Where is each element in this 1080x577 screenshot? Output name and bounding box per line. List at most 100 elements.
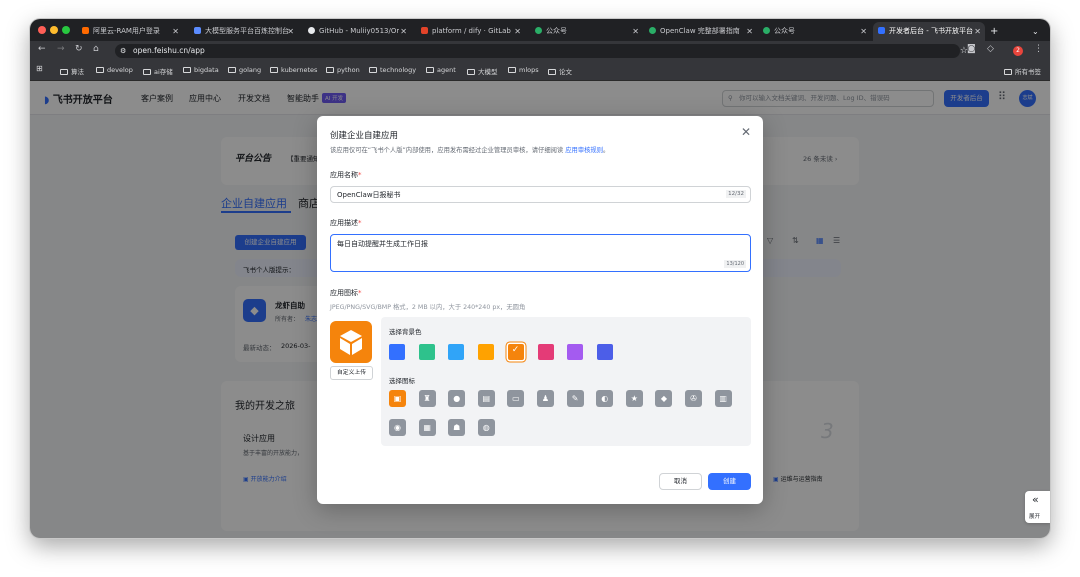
icon-option[interactable]: ● xyxy=(448,390,466,407)
create-app-dialog: 创建企业自建应用 ✕ 该应用仅可在“飞书个人版”内部使用，应用发布需经过企业管理… xyxy=(317,116,763,504)
app-desc-textarea[interactable]: 每日自动提醒并生成工作日报 13/120 xyxy=(330,234,751,272)
icon-option[interactable]: ◐ xyxy=(596,390,614,407)
browser-tab[interactable]: OpenClaw 完整部署指南 ✕ xyxy=(645,22,757,41)
browser-tab[interactable]: platform / dify · GitLab ✕ xyxy=(417,22,525,41)
bookmark-label: python xyxy=(337,66,360,74)
bookmark-folder[interactable]: technology xyxy=(369,66,416,74)
bookmark-folder[interactable]: 论文 xyxy=(548,66,572,76)
new-tab-button[interactable]: + xyxy=(990,22,1004,41)
browser-menu-icon[interactable]: ⋮ xyxy=(1034,44,1043,54)
expand-side-button[interactable]: « 展开 xyxy=(1025,491,1050,523)
bookmark-folder[interactable]: golang xyxy=(228,66,261,74)
cancel-button[interactable]: 取消 xyxy=(659,473,702,490)
tab-favicon-icon xyxy=(535,27,542,34)
browser-tab[interactable]: 阿里云-RAM用户登录 ✕ xyxy=(78,22,183,41)
tab-search-icon[interactable]: ⌄ xyxy=(1032,22,1046,41)
expand-label: 展开 xyxy=(1029,514,1041,520)
tab-close-icon[interactable]: ✕ xyxy=(400,22,407,41)
minimize-window-icon[interactable] xyxy=(50,26,58,34)
icon-option[interactable]: ◍ xyxy=(477,419,495,436)
maximize-window-icon[interactable] xyxy=(62,26,70,34)
browser-tab[interactable]: 公众号 ✕ xyxy=(759,22,871,41)
bookmark-label: 大模型 xyxy=(478,68,498,76)
apps-grid-icon[interactable]: ⊞ xyxy=(36,64,43,73)
bookmark-folder[interactable]: 算法 xyxy=(60,66,84,76)
tab-close-icon[interactable]: ✕ xyxy=(860,22,867,41)
tab-close-icon[interactable]: ✕ xyxy=(974,22,981,41)
close-icon[interactable]: ✕ xyxy=(741,125,751,139)
tab-favicon-icon xyxy=(649,27,656,34)
icon-option[interactable]: ✎ xyxy=(566,390,584,407)
icon-option[interactable]: ★ xyxy=(625,390,643,407)
icon-option[interactable]: ▥ xyxy=(714,390,732,407)
icon-option[interactable]: ▤ xyxy=(477,390,495,407)
tab-close-icon[interactable]: ✕ xyxy=(287,22,294,41)
bg-color-swatch[interactable] xyxy=(567,344,584,360)
bg-color-swatch[interactable] xyxy=(389,344,405,360)
back-icon[interactable]: ← xyxy=(38,44,46,54)
browser-tab-active[interactable]: 开发者后台 - 飞书开放平台 ✕ xyxy=(873,22,985,41)
bookmark-folder[interactable]: bigdata xyxy=(183,66,219,74)
browser-tab[interactable]: 公众号 ✕ xyxy=(531,22,643,41)
bg-color-swatch[interactable] xyxy=(448,344,465,360)
bookmark-folder[interactable]: ai存储 xyxy=(143,66,173,76)
reload-icon[interactable]: ↻ xyxy=(75,44,83,54)
bg-color-swatch[interactable] xyxy=(537,344,554,360)
folder-icon xyxy=(183,67,191,73)
extensions-puzzle-icon[interactable]: ◇ xyxy=(987,44,994,54)
icon-option[interactable]: ▦ xyxy=(418,419,436,436)
bg-color-swatch[interactable] xyxy=(596,344,613,360)
all-bookmarks-folder[interactable]: 所有书签 xyxy=(1004,66,1041,76)
browser-tab[interactable]: GitHub - Muliiy0513/Omi ✕ xyxy=(304,22,411,41)
icon-option[interactable]: ▣ xyxy=(389,390,406,407)
bookmark-folder[interactable]: develop xyxy=(96,66,133,74)
custom-upload-button[interactable]: 自定义上传 xyxy=(330,366,373,380)
bookmark-folder[interactable]: 大模型 xyxy=(467,66,498,76)
tab-title: 公众号 xyxy=(774,27,795,35)
create-button[interactable]: 创建 xyxy=(708,473,751,490)
folder-icon xyxy=(508,67,516,73)
tab-close-icon[interactable]: ✕ xyxy=(514,22,521,41)
folder-icon xyxy=(1004,69,1012,75)
forward-icon[interactable]: → xyxy=(57,44,65,54)
site-info-icon[interactable]: ⚙ xyxy=(120,44,126,58)
icon-option[interactable]: ✇ xyxy=(685,390,702,407)
close-window-icon[interactable] xyxy=(38,26,46,34)
icon-option[interactable]: ▭ xyxy=(507,390,525,407)
subtitle-end: 。 xyxy=(603,147,610,154)
extension-icon[interactable]: ◙ xyxy=(967,44,976,54)
app-name-input[interactable]: OpenClaw日报秘书 12/32 xyxy=(330,186,751,203)
tab-favicon-icon xyxy=(763,27,770,34)
bookmark-folder[interactable]: agent xyxy=(426,66,456,74)
address-bar[interactable]: ⚙ open.feishu.cn/app ☆ xyxy=(115,44,968,58)
folder-icon xyxy=(143,69,151,75)
icon-option[interactable]: ♟ xyxy=(537,390,554,407)
url-text: open.feishu.cn/app xyxy=(133,46,205,55)
browser-tab[interactable]: 大模型服务平台百炼控制台 ✕ xyxy=(190,22,298,41)
app-desc-counter: 13/120 xyxy=(724,260,746,268)
bookmark-label: develop xyxy=(107,66,133,74)
bg-color-label: 选择背景色 xyxy=(389,328,422,336)
bookmark-folder[interactable]: python xyxy=(326,66,360,74)
tab-close-icon[interactable]: ✕ xyxy=(172,22,179,41)
profile-badge[interactable]: 2 xyxy=(1013,46,1023,56)
icon-option[interactable]: ♜ xyxy=(418,390,436,407)
tab-close-icon[interactable]: ✕ xyxy=(632,22,639,41)
icon-option[interactable]: ◉ xyxy=(389,419,406,436)
home-icon[interactable]: ⌂ xyxy=(93,44,99,54)
package-cube-icon xyxy=(340,330,362,355)
review-rules-link[interactable]: 应用审核规则 xyxy=(565,147,603,154)
icon-option[interactable]: ☗ xyxy=(448,419,466,436)
required-mark: * xyxy=(358,219,362,227)
folder-icon xyxy=(548,69,556,75)
app-icon-hint: JPEG/PNG/SVG/BMP 格式，2 MB 以内，大于 240*240 p… xyxy=(330,304,526,311)
app-icon-label: 应用图标* xyxy=(330,288,362,298)
bookmark-folder[interactable]: kubernetes xyxy=(270,66,317,74)
bookmark-folder[interactable]: mlops xyxy=(508,66,539,74)
icon-option[interactable]: ◆ xyxy=(655,390,673,407)
bg-color-swatch[interactable] xyxy=(478,344,495,360)
tab-title: 开发者后台 - 飞书开放平台 xyxy=(889,27,973,35)
tab-close-icon[interactable]: ✕ xyxy=(746,22,753,41)
bg-color-swatch[interactable] xyxy=(418,344,435,360)
bg-color-swatch[interactable]: ✓ xyxy=(507,344,524,360)
